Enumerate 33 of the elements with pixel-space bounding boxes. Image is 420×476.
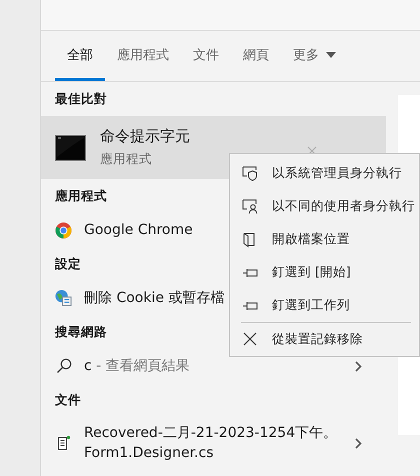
section-header: 最佳比對 xyxy=(55,90,107,108)
section-header: 搜尋網路 xyxy=(55,324,107,340)
document-icon xyxy=(56,435,70,451)
result-item[interactable]: Google Chrome xyxy=(84,222,193,238)
tab[interactable]: 全部 xyxy=(55,31,105,81)
pin-icon xyxy=(242,268,258,278)
section-header: 設定 xyxy=(55,256,81,272)
menu-item[interactable]: 以不同的使用者身分執行 xyxy=(272,198,415,215)
tab[interactable]: 應用程式 xyxy=(105,31,181,81)
section-header: 應用程式 xyxy=(55,188,107,204)
menu-item[interactable]: 釘選到 [開始] xyxy=(272,264,351,281)
result-item[interactable]: 刪除 Cookie 或暫存檔 xyxy=(84,289,224,307)
shield-icon xyxy=(242,166,258,181)
folder-icon xyxy=(242,232,256,248)
result-item[interactable]: Recovered-二月-21-2023-1254下午。Form1.Designer.cs xyxy=(84,417,346,469)
menu-item[interactable]: 開啟檔案位置 xyxy=(272,231,350,248)
menu-item[interactable]: 從裝置記錄移除 xyxy=(272,330,363,348)
remove-icon xyxy=(242,332,256,346)
result-item[interactable]: c - 查看網頁結果 xyxy=(84,357,190,375)
menu-item[interactable]: 釘選到工作列 xyxy=(272,297,350,314)
pin-icon xyxy=(242,300,258,310)
section-header: 文件 xyxy=(55,392,81,408)
terminal-icon xyxy=(55,134,86,160)
chevron-icon[interactable] xyxy=(355,360,362,372)
tab[interactable]: 更多 xyxy=(281,31,348,81)
chrome-icon xyxy=(55,222,72,238)
tab[interactable]: 網頁 xyxy=(231,31,281,81)
globe-settings-icon xyxy=(55,289,72,307)
chevron-icon[interactable] xyxy=(355,438,362,448)
search-icon xyxy=(56,358,72,374)
tab[interactable]: 文件 xyxy=(181,31,231,81)
user-icon xyxy=(242,199,258,214)
caret-icon xyxy=(326,52,336,58)
